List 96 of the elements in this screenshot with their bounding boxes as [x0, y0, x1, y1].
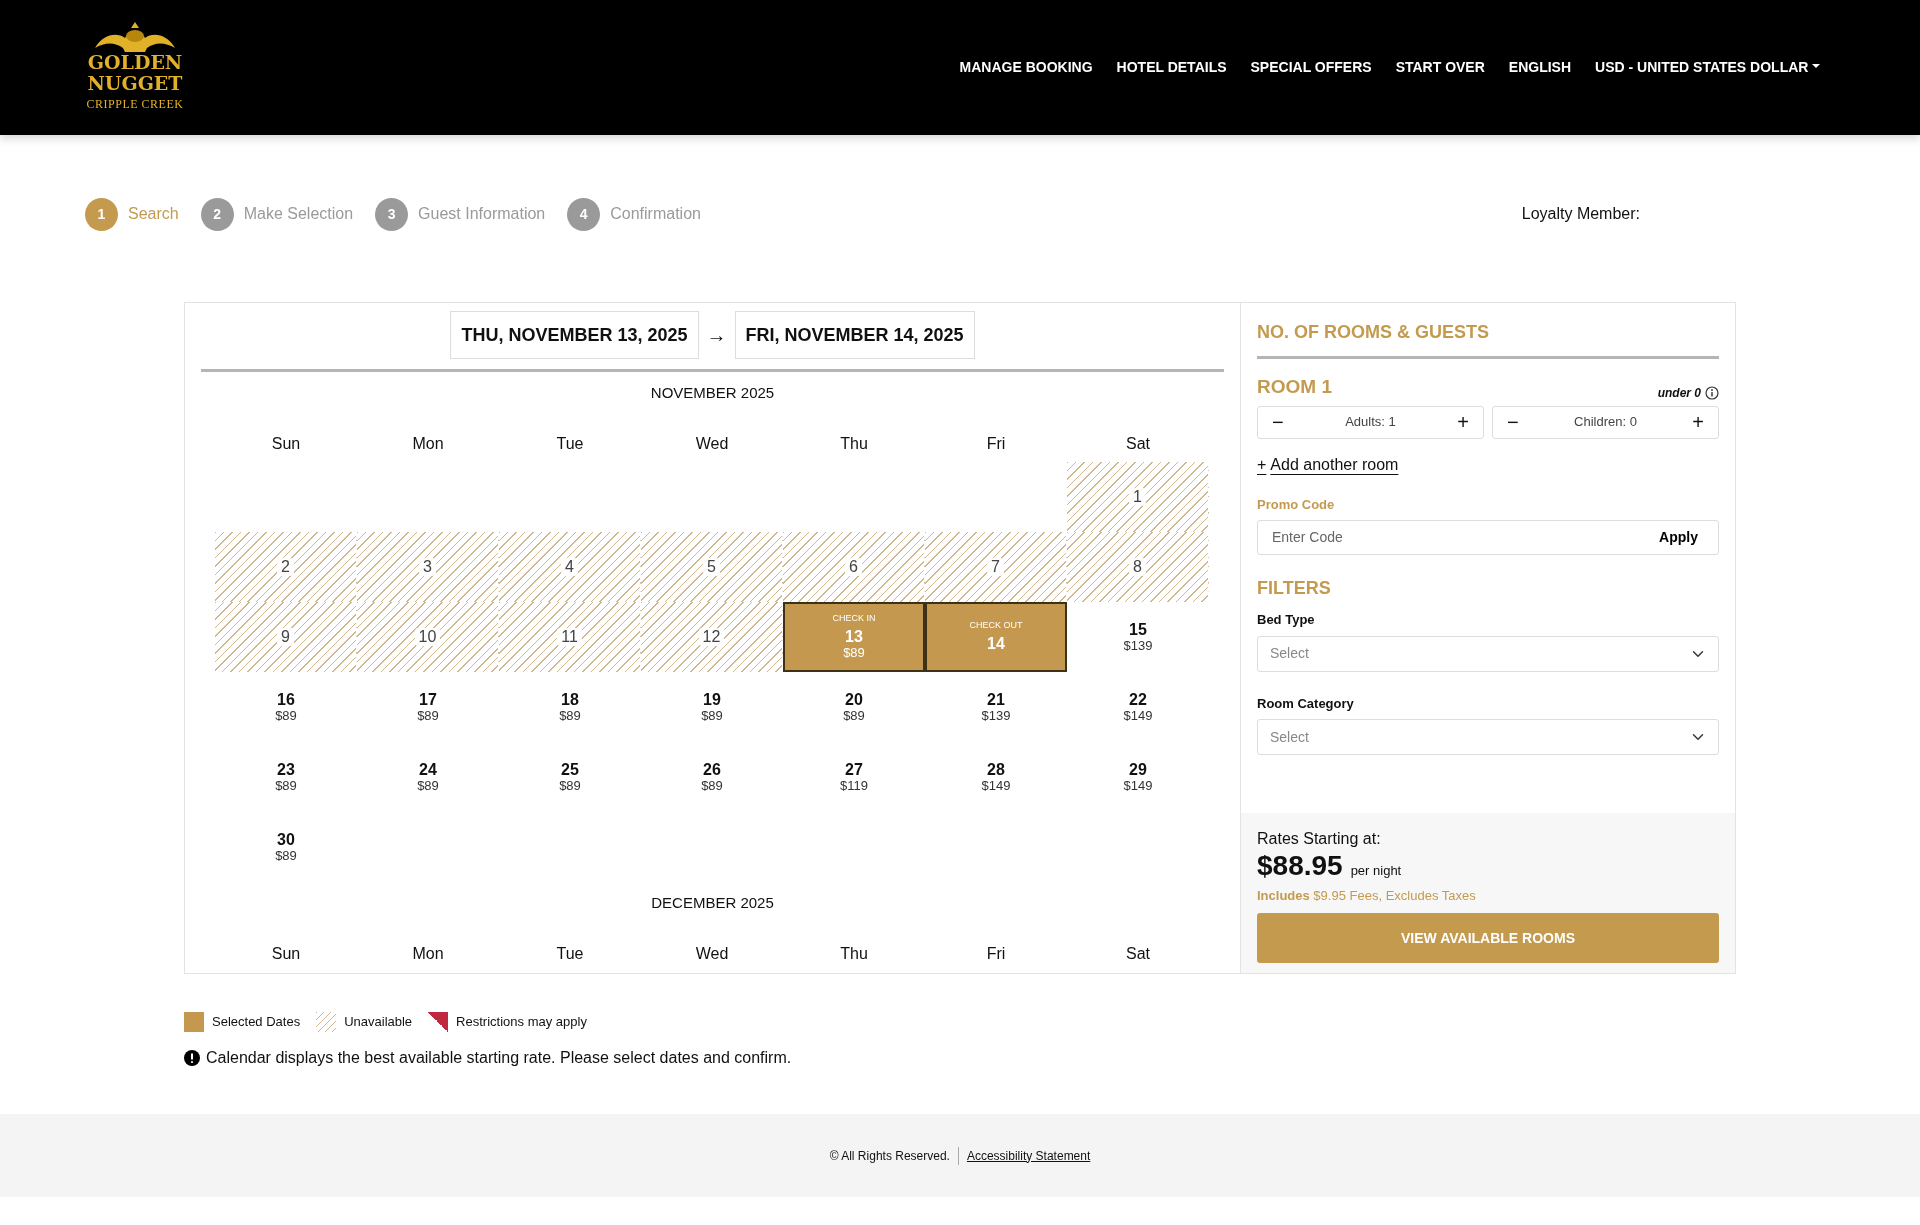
calendar-day[interactable]: 20 $89 [783, 672, 925, 742]
calendar-day[interactable]: 21 $139 [925, 672, 1067, 742]
calendar-day: 2 [215, 532, 357, 602]
calendar-day[interactable]: 17 $89 [357, 672, 499, 742]
fees-note: Includes $9.95 Fees, Excludes Taxes [1257, 886, 1477, 905]
rates-label: Rates Starting at: [1257, 828, 1382, 849]
weekday-label: Tue [555, 944, 585, 964]
arrow-icon: → [706, 320, 727, 350]
step-label: Confirmation [610, 204, 701, 224]
calendar-note: Calendar displays the best available starting rate. Please select dates and confirm. [206, 1048, 792, 1068]
promo-label: Promo Code [1257, 495, 1336, 514]
calendar-day: 10 [357, 602, 499, 672]
weekday-label: Thu [839, 434, 869, 454]
calendar-day: 6 [783, 532, 925, 602]
calendar-day: 1 [1067, 462, 1209, 532]
calendar-day[interactable]: 27 $119 [783, 742, 925, 812]
weekday-label: Tue [555, 434, 585, 454]
step-number: 4 [567, 197, 601, 231]
weekday-label: Fri [985, 944, 1007, 964]
calendar-day: 7 [925, 532, 1067, 602]
weekday-label: Mon [411, 434, 445, 454]
add-room-link[interactable]: + Add another room [1257, 452, 1399, 477]
age-hint: under 0 [1657, 384, 1701, 402]
month-title: DECEMBER 2025 [650, 893, 775, 913]
copyright-text: © All Rights Reserved. [829, 1147, 950, 1165]
weekday-label: Sat [1125, 434, 1151, 454]
step-number: 2 [200, 197, 234, 231]
hatched-swatch-icon [316, 1012, 337, 1032]
step-number: 3 [375, 197, 409, 231]
info-icon[interactable] [1705, 385, 1719, 400]
price: $88.95 [1257, 850, 1343, 882]
promo-code-field[interactable]: Enter Code Apply [1257, 520, 1719, 555]
nav-link[interactable]: START OVER [1395, 57, 1485, 78]
logo-subtitle: CRIPPLE CREEK [86, 96, 184, 114]
check-in-date[interactable]: THU, NOVEMBER 13, 2025 [450, 311, 699, 359]
weekday-label: Sat [1125, 944, 1151, 964]
counter-label: Children: 0 [1574, 413, 1637, 432]
currency-dropdown[interactable]: USD - UNITED STATES DOLLAR [1595, 57, 1820, 78]
filter-label: Room Category [1257, 694, 1355, 713]
filters-title: FILTERS [1257, 577, 1332, 600]
step-label: Guest Information [418, 204, 546, 224]
weekday-label: Wed [694, 434, 730, 454]
nav-link[interactable]: MANAGE BOOKING [959, 57, 1093, 78]
weekday-label: Wed [694, 944, 730, 964]
nav-link[interactable]: ENGLISH [1508, 57, 1572, 78]
weekday-label: Thu [839, 944, 869, 964]
calendar-day[interactable]: 18 $89 [499, 672, 641, 742]
calendar-day[interactable]: 30 $89 [215, 812, 357, 882]
legend-label: Selected Dates [212, 1013, 301, 1032]
weekday-label: Sun [270, 944, 302, 964]
room-title: ROOM 1 [1257, 375, 1332, 399]
calendar-day: 3 [357, 532, 499, 602]
step-number: 1 [85, 197, 118, 231]
nav-link[interactable]: SPECIAL OFFERS [1250, 57, 1372, 78]
calendar-day: 5 [641, 532, 783, 602]
filter-label: Bed Type [1257, 611, 1316, 629]
calendar-day: 8 [1067, 532, 1209, 602]
nav-link[interactable]: HOTEL DETAILS [1116, 57, 1227, 78]
calendar-day[interactable]: 25 $89 [499, 742, 641, 812]
check-out-date[interactable]: FRI, NOVEMBER 14, 2025 [734, 311, 975, 359]
loyalty-label: Loyalty Member: [1521, 204, 1640, 224]
legend-label: Unavailable [344, 1013, 413, 1032]
calendar-day[interactable]: 19 $89 [641, 672, 783, 742]
calendar-day[interactable]: 15 $139 [1067, 602, 1209, 672]
calendar-day[interactable]: 28 $149 [925, 742, 1067, 812]
selected-swatch-icon [184, 1012, 204, 1032]
minus-button[interactable]: − [1503, 412, 1523, 432]
logo-wordmark: GOLDEN NUGGET [86, 51, 184, 94]
calendar-day[interactable]: 24 $89 [357, 742, 499, 812]
month-title: NOVEMBER 2025 [649, 383, 776, 403]
calendar-day: 9 [215, 602, 357, 672]
weekday-label: Sun [270, 434, 302, 454]
legend-label: Restrictions may apply [456, 1013, 587, 1032]
minus-button[interactable]: − [1268, 412, 1288, 432]
counter-label: Adults: 1 [1345, 413, 1396, 432]
calendar-day[interactable]: 23 $89 [215, 742, 357, 812]
accessibility-link[interactable]: Accessibility Statement [957, 1146, 1091, 1165]
calendar-day: 4 [499, 532, 641, 602]
price-unit: per night [1350, 861, 1402, 880]
calendar-day[interactable]: 22 $149 [1067, 672, 1209, 742]
calendar-day[interactable]: 16 $89 [215, 672, 357, 742]
weekday-label: Mon [411, 944, 445, 964]
section-title: NO. OF ROOMS & GUESTS [1257, 319, 1719, 359]
plus-button[interactable]: + [1688, 412, 1708, 432]
calendar-day: 12 [641, 602, 783, 672]
calendar-day[interactable]: 29 $149 [1067, 742, 1209, 812]
calendar-day[interactable]: 26 $89 [641, 742, 783, 812]
apply-button[interactable]: Apply [1651, 527, 1706, 548]
select-field[interactable]: Select [1257, 719, 1719, 755]
step-label: Make Selection [243, 204, 354, 224]
weekday-label: Fri [985, 434, 1007, 454]
plus-button[interactable]: + [1453, 412, 1473, 432]
select-field[interactable]: Select [1257, 635, 1719, 672]
calendar-day: 11 [499, 602, 641, 672]
alert-icon [184, 1050, 200, 1066]
step-label: Search [128, 204, 179, 224]
